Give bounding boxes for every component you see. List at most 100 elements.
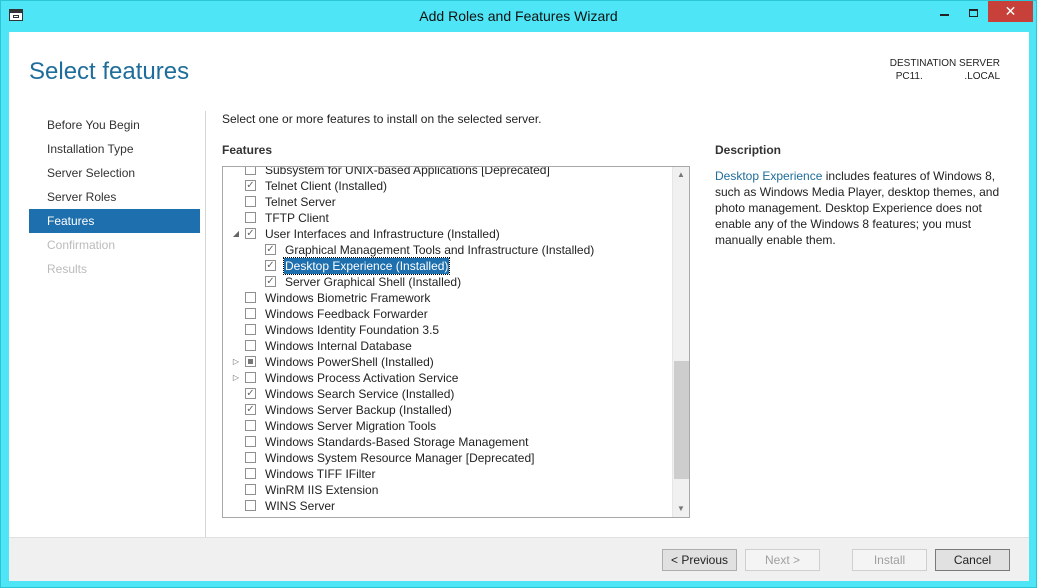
feature-row[interactable]: Windows Feedback Forwarder	[223, 306, 673, 322]
feature-label[interactable]: User Interfaces and Infrastructure (Inst…	[265, 226, 500, 242]
description-heading: Description	[715, 143, 782, 157]
feature-row[interactable]: Graphical Management Tools and Infrastru…	[223, 242, 673, 258]
close-button[interactable]: ✕	[988, 1, 1033, 22]
minimize-icon	[939, 13, 949, 16]
feature-checkbox[interactable]	[265, 260, 276, 271]
feature-row[interactable]: Windows Standards-Based Storage Manageme…	[223, 434, 673, 450]
feature-checkbox[interactable]	[245, 372, 256, 383]
expand-arrow-icon[interactable]: ▷	[231, 354, 241, 370]
next-button[interactable]: Next >	[745, 549, 820, 571]
feature-label[interactable]: Windows PowerShell (Installed)	[265, 354, 434, 370]
destination-server-info: DESTINATION SERVER PC11. .LOCAL	[890, 57, 1000, 83]
feature-label[interactable]: Windows Internal Database	[265, 338, 412, 354]
description-link[interactable]: Desktop Experience	[715, 169, 822, 183]
feature-label[interactable]: Windows Server Migration Tools	[265, 418, 436, 434]
maximize-button[interactable]	[960, 1, 986, 22]
minimize-button[interactable]	[932, 1, 956, 22]
feature-checkbox[interactable]	[245, 468, 256, 479]
steps-divider	[205, 111, 206, 541]
instruction-text: Select one or more features to install o…	[222, 112, 542, 126]
collapse-arrow-icon[interactable]: ◢	[231, 226, 241, 242]
feature-label[interactable]: Windows Server Backup (Installed)	[265, 402, 452, 418]
feature-label[interactable]: Windows Identity Foundation 3.5	[265, 322, 439, 338]
feature-checkbox[interactable]	[245, 292, 256, 303]
maximize-icon	[968, 8, 978, 17]
destination-server-name: PC11. .LOCAL	[895, 71, 1000, 82]
scroll-up-arrow-icon[interactable]: ▲	[673, 167, 689, 183]
feature-checkbox[interactable]	[245, 404, 256, 415]
feature-label[interactable]: Desktop Experience (Installed)	[282, 257, 451, 275]
features-tree[interactable]: Subsystem for UNIX-based Applications [D…	[222, 166, 690, 518]
feature-row[interactable]: Telnet Client (Installed)	[223, 178, 673, 194]
feature-checkbox[interactable]	[265, 276, 276, 287]
cancel-button[interactable]: Cancel	[935, 549, 1010, 571]
feature-checkbox[interactable]	[245, 436, 256, 447]
feature-checkbox[interactable]	[245, 212, 256, 223]
features-heading: Features	[222, 143, 273, 157]
page-title: Select features	[29, 58, 190, 85]
feature-row[interactable]: TFTP Client	[223, 210, 673, 226]
feature-label[interactable]: Windows Search Service (Installed)	[265, 386, 454, 402]
feature-row[interactable]: Windows Search Service (Installed)	[223, 386, 673, 402]
previous-button[interactable]: < Previous	[662, 549, 737, 571]
feature-row[interactable]: WinRM IIS Extension	[223, 482, 673, 498]
feature-checkbox[interactable]	[245, 452, 256, 463]
feature-label[interactable]: Windows System Resource Manager [Depreca…	[265, 450, 534, 466]
feature-label[interactable]: Windows Process Activation Service	[265, 370, 458, 386]
feature-row[interactable]: Subsystem for UNIX-based Applications [D…	[223, 167, 673, 178]
step-features[interactable]: Features	[29, 209, 200, 233]
feature-label[interactable]: Windows Feedback Forwarder	[265, 306, 428, 322]
feature-row[interactable]: Windows System Resource Manager [Depreca…	[223, 450, 673, 466]
feature-checkbox[interactable]	[245, 324, 256, 335]
feature-label[interactable]: Windows Standards-Based Storage Manageme…	[265, 434, 528, 450]
feature-checkbox[interactable]	[245, 308, 256, 319]
feature-label[interactable]: Server Graphical Shell (Installed)	[285, 274, 461, 290]
feature-label[interactable]: Windows Biometric Framework	[265, 290, 430, 306]
step-installation-type[interactable]: Installation Type	[29, 137, 200, 161]
feature-row[interactable]: Telnet Server	[223, 194, 673, 210]
step-server-selection[interactable]: Server Selection	[29, 161, 200, 185]
step-server-roles[interactable]: Server Roles	[29, 185, 200, 209]
step-results: Results	[47, 262, 88, 276]
feature-label[interactable]: WinRM IIS Extension	[265, 482, 378, 498]
feature-checkbox[interactable]	[245, 500, 256, 511]
feature-checkbox[interactable]	[245, 484, 256, 495]
feature-checkbox[interactable]	[245, 180, 256, 191]
feature-label[interactable]: WINS Server	[265, 498, 335, 514]
feature-row[interactable]: Windows TIFF IFilter	[223, 466, 673, 482]
feature-label[interactable]: Graphical Management Tools and Infrastru…	[285, 242, 594, 258]
feature-checkbox[interactable]	[245, 420, 256, 431]
scroll-down-arrow-icon[interactable]: ▼	[673, 501, 689, 517]
feature-label[interactable]: Subsystem for UNIX-based Applications [D…	[265, 167, 550, 178]
wizard-footer: < Previous Next > Install Cancel	[9, 538, 1029, 581]
feature-checkbox[interactable]	[245, 340, 256, 351]
feature-row[interactable]: Desktop Experience (Installed)	[223, 257, 673, 275]
expand-arrow-icon[interactable]: ▷	[231, 370, 241, 386]
feature-row[interactable]: Windows Internal Database	[223, 338, 673, 354]
title-bar[interactable]: Add Roles and Features Wizard ✕	[1, 1, 1036, 32]
feature-label[interactable]: TFTP Client	[265, 210, 329, 226]
step-before-you-begin[interactable]: Before You Begin	[29, 113, 200, 137]
feature-checkbox[interactable]	[245, 196, 256, 207]
feature-row[interactable]: ◢ User Interfaces and Infrastructure (Ins…	[223, 226, 673, 242]
feature-checkbox[interactable]	[245, 356, 256, 367]
feature-label[interactable]: Windows TIFF IFilter	[265, 466, 375, 482]
feature-checkbox[interactable]	[245, 388, 256, 399]
feature-row[interactable]: WINS Server	[223, 498, 673, 514]
features-scrollbar[interactable]: ▲ ▼	[672, 167, 689, 517]
feature-row[interactable]: Server Graphical Shell (Installed)	[223, 274, 673, 290]
feature-row[interactable]: Windows Server Backup (Installed)	[223, 402, 673, 418]
feature-label[interactable]: Telnet Server	[265, 194, 336, 210]
feature-row[interactable]: Windows Server Migration Tools	[223, 418, 673, 434]
install-button[interactable]: Install	[852, 549, 927, 571]
feature-label[interactable]: Telnet Client (Installed)	[265, 178, 387, 194]
feature-checkbox[interactable]	[245, 167, 256, 175]
scroll-thumb[interactable]	[674, 361, 689, 479]
feature-checkbox[interactable]	[265, 244, 276, 255]
feature-row[interactable]: Windows Biometric Framework	[223, 290, 673, 306]
window-title: Add Roles and Features Wizard	[419, 8, 618, 24]
feature-row[interactable]: Windows Identity Foundation 3.5	[223, 322, 673, 338]
feature-row[interactable]: ▷ Windows PowerShell (Installed)	[223, 354, 673, 370]
feature-row[interactable]: ▷ Windows Process Activation Service	[223, 370, 673, 386]
feature-checkbox[interactable]	[245, 228, 256, 239]
